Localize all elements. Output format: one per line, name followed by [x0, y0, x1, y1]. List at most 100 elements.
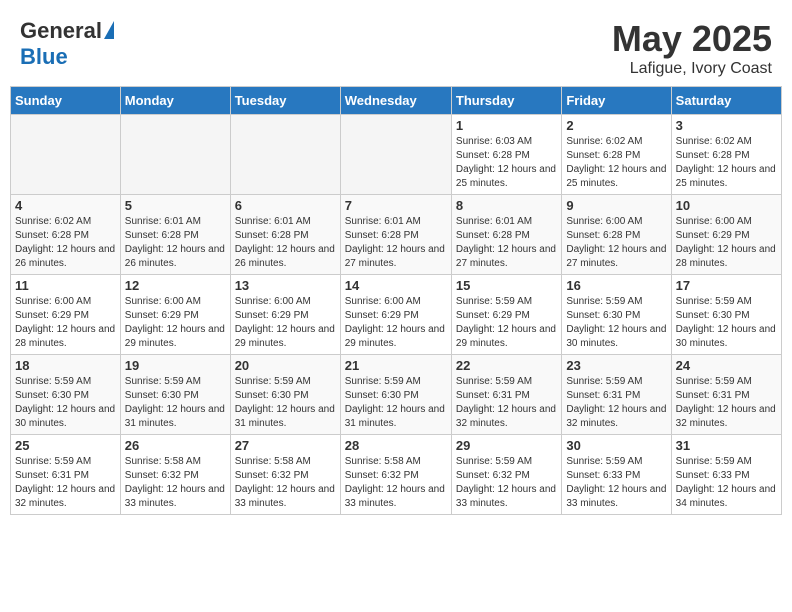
- day-info: Sunrise: 5:59 AMSunset: 6:31 PMDaylight:…: [456, 375, 557, 431]
- day-info: Sunrise: 6:00 AMSunset: 6:29 PMDaylight:…: [235, 295, 336, 351]
- day-info: Sunrise: 5:59 AMSunset: 6:30 PMDaylight:…: [15, 375, 116, 431]
- day-number: 17: [676, 278, 777, 293]
- day-info: Sunrise: 6:00 AMSunset: 6:29 PMDaylight:…: [125, 295, 226, 351]
- day-info: Sunrise: 6:01 AMSunset: 6:28 PMDaylight:…: [235, 215, 336, 271]
- calendar-day-cell: 9Sunrise: 6:00 AMSunset: 6:28 PMDaylight…: [562, 195, 671, 275]
- day-number: 27: [235, 438, 336, 453]
- day-number: 19: [125, 358, 226, 373]
- day-number: 7: [345, 198, 447, 213]
- day-number: 23: [566, 358, 666, 373]
- day-number: 10: [676, 198, 777, 213]
- day-of-week-header: Tuesday: [230, 87, 340, 115]
- calendar-day-cell: 26Sunrise: 5:58 AMSunset: 6:32 PMDayligh…: [120, 435, 230, 515]
- calendar-day-cell: 2Sunrise: 6:02 AMSunset: 6:28 PMDaylight…: [562, 115, 671, 195]
- day-number: 22: [456, 358, 557, 373]
- calendar-day-cell: 17 Sunrise: 5:59 AMSunset: 6:30 PMDayligh…: [671, 275, 781, 355]
- calendar-day-cell: 20Sunrise: 5:59 AMSunset: 6:30 PMDayligh…: [230, 355, 340, 435]
- logo-general-text: General: [20, 18, 102, 44]
- calendar-day-cell: 11 Sunrise: 6:00 AMSunset: 6:29 PMDayligh…: [11, 275, 121, 355]
- calendar-day-cell: 27 Sunrise: 5:58 AMSunset: 6:32 PMDayligh…: [230, 435, 340, 515]
- calendar-day-cell: 18 Sunrise: 5:59 AMSunset: 6:30 PMDayligh…: [11, 355, 121, 435]
- calendar-day-cell: 25Sunrise: 5:59 AMSunset: 6:31 PMDayligh…: [11, 435, 121, 515]
- calendar-day-cell: 31 Sunrise: 5:59 AMSunset: 6:33 PMDayligh…: [671, 435, 781, 515]
- day-of-week-header: Saturday: [671, 87, 781, 115]
- day-info: Sunrise: 5:59 AMSunset: 6:33 PMDaylight:…: [566, 455, 666, 511]
- day-number: 14: [345, 278, 447, 293]
- calendar-day-cell: [340, 115, 451, 195]
- day-number: 25: [15, 438, 116, 453]
- day-info: Sunrise: 5:59 AMSunset: 6:31 PMDaylight:…: [676, 375, 777, 431]
- day-info: Sunrise: 6:00 AMSunset: 6:29 PMDaylight:…: [15, 295, 116, 351]
- day-info: Sunrise: 5:59 AMSunset: 6:31 PMDaylight:…: [566, 375, 666, 431]
- calendar-week-row: 11 Sunrise: 6:00 AMSunset: 6:29 PMDayligh…: [11, 275, 782, 355]
- day-number: 28: [345, 438, 447, 453]
- location-label: Lafigue, Ivory Coast: [612, 60, 772, 78]
- calendar-day-cell: 3 Sunrise: 6:02 AMSunset: 6:28 PMDaylight…: [671, 115, 781, 195]
- day-info: Sunrise: 5:59 AMSunset: 6:30 PMDaylight:…: [345, 375, 447, 431]
- calendar-day-cell: 24 Sunrise: 5:59 AMSunset: 6:31 PMDayligh…: [671, 355, 781, 435]
- month-title: May 2025: [612, 18, 772, 60]
- day-number: 12: [125, 278, 226, 293]
- calendar-day-cell: 21 Sunrise: 5:59 AMSunset: 6:30 PMDayligh…: [340, 355, 451, 435]
- calendar-day-cell: 28 Sunrise: 5:58 AMSunset: 6:32 PMDayligh…: [340, 435, 451, 515]
- day-number: 16: [566, 278, 666, 293]
- day-info: Sunrise: 5:58 AMSunset: 6:32 PMDaylight:…: [345, 455, 447, 511]
- day-info: Sunrise: 6:02 AMSunset: 6:28 PMDaylight:…: [15, 215, 116, 271]
- day-number: 18: [15, 358, 116, 373]
- calendar-table: SundayMondayTuesdayWednesdayThursdayFrid…: [10, 86, 782, 515]
- calendar-day-cell: 22 Sunrise: 5:59 AMSunset: 6:31 PMDayligh…: [451, 355, 561, 435]
- calendar-day-cell: 12 Sunrise: 6:00 AMSunset: 6:29 PMDayligh…: [120, 275, 230, 355]
- logo: General Blue: [20, 18, 114, 70]
- day-number: 13: [235, 278, 336, 293]
- day-info: Sunrise: 6:02 AMSunset: 6:28 PMDaylight:…: [676, 135, 777, 191]
- day-number: 24: [676, 358, 777, 373]
- day-number: 31: [676, 438, 777, 453]
- logo-triangle-icon: [104, 21, 114, 39]
- calendar-day-cell: [11, 115, 121, 195]
- day-info: Sunrise: 5:59 AMSunset: 6:29 PMDaylight:…: [456, 295, 557, 351]
- day-info: Sunrise: 6:01 AMSunset: 6:28 PMDaylight:…: [125, 215, 226, 271]
- calendar-day-cell: 8 Sunrise: 6:01 AMSunset: 6:28 PMDaylight…: [451, 195, 561, 275]
- calendar-day-cell: 5Sunrise: 6:01 AMSunset: 6:28 PMDaylight…: [120, 195, 230, 275]
- day-number: 21: [345, 358, 447, 373]
- day-number: 8: [456, 198, 557, 213]
- calendar-week-row: 25Sunrise: 5:59 AMSunset: 6:31 PMDayligh…: [11, 435, 782, 515]
- day-of-week-header: Friday: [562, 87, 671, 115]
- calendar-day-cell: 29 Sunrise: 5:59 AMSunset: 6:32 PMDayligh…: [451, 435, 561, 515]
- day-info: Sunrise: 5:59 AMSunset: 6:32 PMDaylight:…: [456, 455, 557, 511]
- calendar-day-cell: 13 Sunrise: 6:00 AMSunset: 6:29 PMDayligh…: [230, 275, 340, 355]
- calendar-day-cell: [120, 115, 230, 195]
- calendar-day-cell: 7Sunrise: 6:01 AMSunset: 6:28 PMDaylight…: [340, 195, 451, 275]
- calendar-week-row: 1Sunrise: 6:03 AMSunset: 6:28 PMDaylight…: [11, 115, 782, 195]
- day-number: 1: [456, 118, 557, 133]
- title-section: May 2025 Lafigue, Ivory Coast: [612, 18, 772, 78]
- day-of-week-header: Thursday: [451, 87, 561, 115]
- day-info: Sunrise: 6:01 AMSunset: 6:28 PMDaylight:…: [456, 215, 557, 271]
- day-number: 30: [566, 438, 666, 453]
- day-info: Sunrise: 6:00 AMSunset: 6:28 PMDaylight:…: [566, 215, 666, 271]
- calendar-day-cell: 10 Sunrise: 6:00 AMSunset: 6:29 PMDayligh…: [671, 195, 781, 275]
- day-of-week-header: Monday: [120, 87, 230, 115]
- day-info: Sunrise: 5:59 AMSunset: 6:30 PMDaylight:…: [235, 375, 336, 431]
- logo-blue-text: Blue: [20, 44, 68, 70]
- page-header: General Blue May 2025 Lafigue, Ivory Coa…: [10, 10, 782, 82]
- day-number: 4: [15, 198, 116, 213]
- day-info: Sunrise: 5:58 AMSunset: 6:32 PMDaylight:…: [235, 455, 336, 511]
- calendar-day-cell: 15 Sunrise: 5:59 AMSunset: 6:29 PMDayligh…: [451, 275, 561, 355]
- day-number: 3: [676, 118, 777, 133]
- calendar-day-cell: 14Sunrise: 6:00 AMSunset: 6:29 PMDayligh…: [340, 275, 451, 355]
- day-number: 11: [15, 278, 116, 293]
- day-info: Sunrise: 5:59 AMSunset: 6:33 PMDaylight:…: [676, 455, 777, 511]
- day-info: Sunrise: 6:00 AMSunset: 6:29 PMDaylight:…: [676, 215, 777, 271]
- day-number: 29: [456, 438, 557, 453]
- calendar-day-cell: 1Sunrise: 6:03 AMSunset: 6:28 PMDaylight…: [451, 115, 561, 195]
- day-info: Sunrise: 5:59 AMSunset: 6:30 PMDaylight:…: [676, 295, 777, 351]
- calendar-day-cell: 30 Sunrise: 5:59 AMSunset: 6:33 PMDayligh…: [562, 435, 671, 515]
- calendar-week-row: 4 Sunrise: 6:02 AMSunset: 6:28 PMDaylight…: [11, 195, 782, 275]
- day-number: 26: [125, 438, 226, 453]
- calendar-day-cell: 23 Sunrise: 5:59 AMSunset: 6:31 PMDayligh…: [562, 355, 671, 435]
- day-number: 15: [456, 278, 557, 293]
- day-of-week-header: Sunday: [11, 87, 121, 115]
- day-info: Sunrise: 5:59 AMSunset: 6:30 PMDaylight:…: [566, 295, 666, 351]
- day-info: Sunrise: 6:02 AMSunset: 6:28 PMDaylight:…: [566, 135, 666, 191]
